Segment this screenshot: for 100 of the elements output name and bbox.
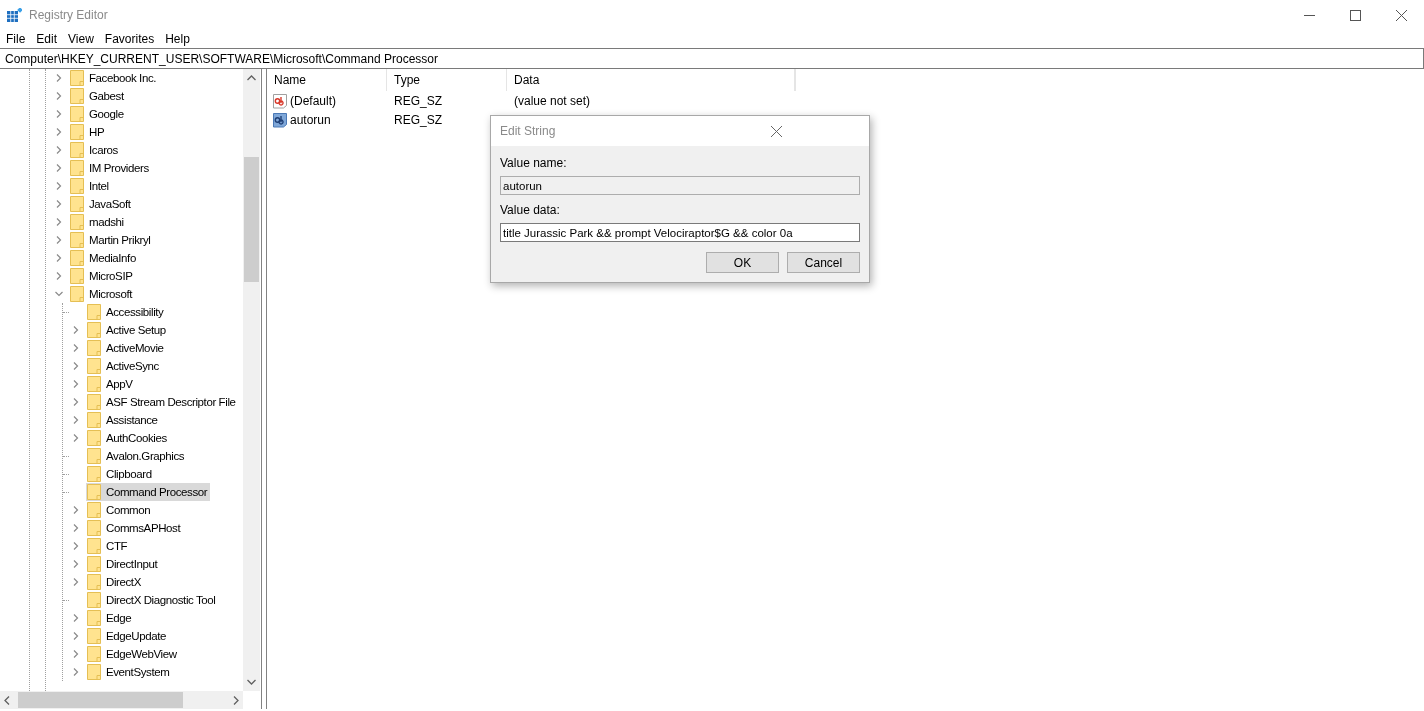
chevron-right-icon[interactable] xyxy=(55,218,63,226)
tree-item[interactable]: Icaros xyxy=(69,141,121,159)
tree-item[interactable]: Clipboard xyxy=(86,465,155,483)
value-data-field[interactable]: title Jurassic Park && prompt Velociraptor$G && color 0a xyxy=(500,223,860,242)
chevron-right-icon[interactable] xyxy=(72,362,80,370)
value-name-field[interactable]: autorun xyxy=(500,176,860,195)
vertical-scrollbar[interactable] xyxy=(243,69,260,691)
chevron-right-icon[interactable] xyxy=(55,128,63,136)
tree-item[interactable]: JavaSoft xyxy=(69,195,134,213)
tree-item[interactable]: ASF Stream Descriptor File xyxy=(86,393,239,411)
tree-item[interactable]: Edge xyxy=(86,609,135,627)
tree-item[interactable]: Common xyxy=(86,501,154,519)
horizontal-scrollbar[interactable] xyxy=(0,691,243,709)
dialog-title: Edit String xyxy=(500,124,557,138)
menu-item[interactable]: Edit xyxy=(32,32,62,46)
tree-item[interactable]: EdgeWebView xyxy=(86,645,180,663)
tree-item[interactable]: Active Setup xyxy=(86,321,169,339)
chevron-right-icon[interactable] xyxy=(72,542,80,550)
column-header[interactable]: Name xyxy=(267,69,387,91)
app-icon xyxy=(7,7,22,23)
tree-item[interactable]: Martin Prikryl xyxy=(69,231,154,249)
chevron-right-icon[interactable] xyxy=(72,560,80,568)
chevron-down-icon[interactable] xyxy=(55,290,63,298)
scroll-right-icon[interactable] xyxy=(233,695,239,705)
chevron-right-icon[interactable] xyxy=(55,254,63,262)
chevron-right-icon[interactable] xyxy=(55,272,63,280)
folder-icon xyxy=(70,250,84,266)
tree-item[interactable]: ActiveMovie xyxy=(86,339,167,357)
chevron-right-icon[interactable] xyxy=(72,578,80,586)
scroll-up-icon[interactable] xyxy=(247,75,256,81)
tree-item[interactable]: Microsoft xyxy=(69,285,136,303)
folder-icon xyxy=(87,556,101,572)
chevron-right-icon[interactable] xyxy=(72,380,80,388)
chevron-right-icon[interactable] xyxy=(72,344,80,352)
column-header[interactable]: Type xyxy=(387,69,507,91)
chevron-right-icon[interactable] xyxy=(55,74,63,82)
folder-icon xyxy=(87,574,101,590)
chevron-right-icon[interactable] xyxy=(55,164,63,172)
chevron-right-icon[interactable] xyxy=(72,434,80,442)
cancel-button[interactable]: Cancel xyxy=(787,252,860,273)
tree-item[interactable]: IM Providers xyxy=(69,159,152,177)
chevron-right-icon[interactable] xyxy=(72,650,80,658)
chevron-right-icon[interactable] xyxy=(72,506,80,514)
tree-item[interactable]: DirectX xyxy=(86,573,144,591)
chevron-right-icon[interactable] xyxy=(72,614,80,622)
tree-item[interactable]: Accessibility xyxy=(86,303,167,321)
menu-item[interactable]: Favorites xyxy=(100,32,159,46)
tree-item[interactable]: AuthCookies xyxy=(86,429,170,447)
tree-item[interactable]: Facebook Inc. xyxy=(69,69,160,87)
tree-item[interactable]: Gabest xyxy=(69,87,127,105)
tree-item[interactable]: DirectX Diagnostic Tool xyxy=(86,591,219,609)
tree-item[interactable]: Assistance xyxy=(86,411,161,429)
tree-item[interactable]: EdgeUpdate xyxy=(86,627,169,645)
folder-icon xyxy=(87,592,101,608)
value-name[interactable]: autorun xyxy=(290,112,331,127)
close-icon[interactable] xyxy=(771,125,783,137)
folder-icon xyxy=(70,142,84,158)
chevron-right-icon[interactable] xyxy=(72,524,80,532)
tree-item[interactable]: EventSystem xyxy=(86,663,173,681)
menu-item[interactable]: View xyxy=(64,32,98,46)
address-bar[interactable]: Computer\HKEY_CURRENT_USER\SOFTWARE\Microsoft\Command Processor xyxy=(0,48,1424,69)
folder-icon xyxy=(87,322,101,338)
scroll-thumb[interactable] xyxy=(244,157,259,282)
chevron-right-icon[interactable] xyxy=(55,236,63,244)
tree-item[interactable]: DirectInput xyxy=(86,555,161,573)
folder-icon xyxy=(87,502,101,518)
tree-item[interactable]: madshi xyxy=(69,213,127,231)
chevron-right-icon[interactable] xyxy=(72,668,80,676)
tree-item[interactable]: CommsAPHost xyxy=(86,519,184,537)
scroll-down-icon[interactable] xyxy=(247,679,256,685)
chevron-right-icon[interactable] xyxy=(72,326,80,334)
chevron-right-icon[interactable] xyxy=(72,632,80,640)
column-header[interactable]: Data xyxy=(507,69,795,91)
close-icon[interactable] xyxy=(1395,9,1407,21)
scroll-left-icon[interactable] xyxy=(4,695,10,705)
tree-item[interactable]: MicroSIP xyxy=(69,267,136,285)
tree-item[interactable]: CTF xyxy=(86,537,131,555)
chevron-right-icon[interactable] xyxy=(72,416,80,424)
tree-item[interactable]: Avalon.Graphics xyxy=(86,447,188,465)
tree-item[interactable]: MediaInfo xyxy=(69,249,139,267)
maximize-icon[interactable] xyxy=(1349,9,1361,21)
scroll-thumb[interactable] xyxy=(18,692,183,708)
tree-item[interactable]: Intel xyxy=(69,177,112,195)
chevron-right-icon[interactable] xyxy=(55,92,63,100)
chevron-right-icon[interactable] xyxy=(55,200,63,208)
folder-icon xyxy=(70,214,84,230)
chevron-right-icon[interactable] xyxy=(55,146,63,154)
chevron-right-icon[interactable] xyxy=(72,398,80,406)
ok-button[interactable]: OK xyxy=(706,252,779,273)
tree-item[interactable]: ActiveSync xyxy=(86,357,162,375)
value-name[interactable]: (Default) xyxy=(290,93,336,108)
chevron-right-icon[interactable] xyxy=(55,110,63,118)
chevron-right-icon[interactable] xyxy=(55,182,63,190)
tree-item[interactable]: Google xyxy=(69,105,127,123)
folder-icon xyxy=(70,196,84,212)
menu-item[interactable]: Help xyxy=(161,32,194,46)
tree-item[interactable]: HP xyxy=(69,123,108,141)
tree-item[interactable]: Command Processor xyxy=(86,483,211,501)
tree-item[interactable]: AppV xyxy=(86,375,136,393)
menu-item[interactable]: File xyxy=(2,32,30,46)
